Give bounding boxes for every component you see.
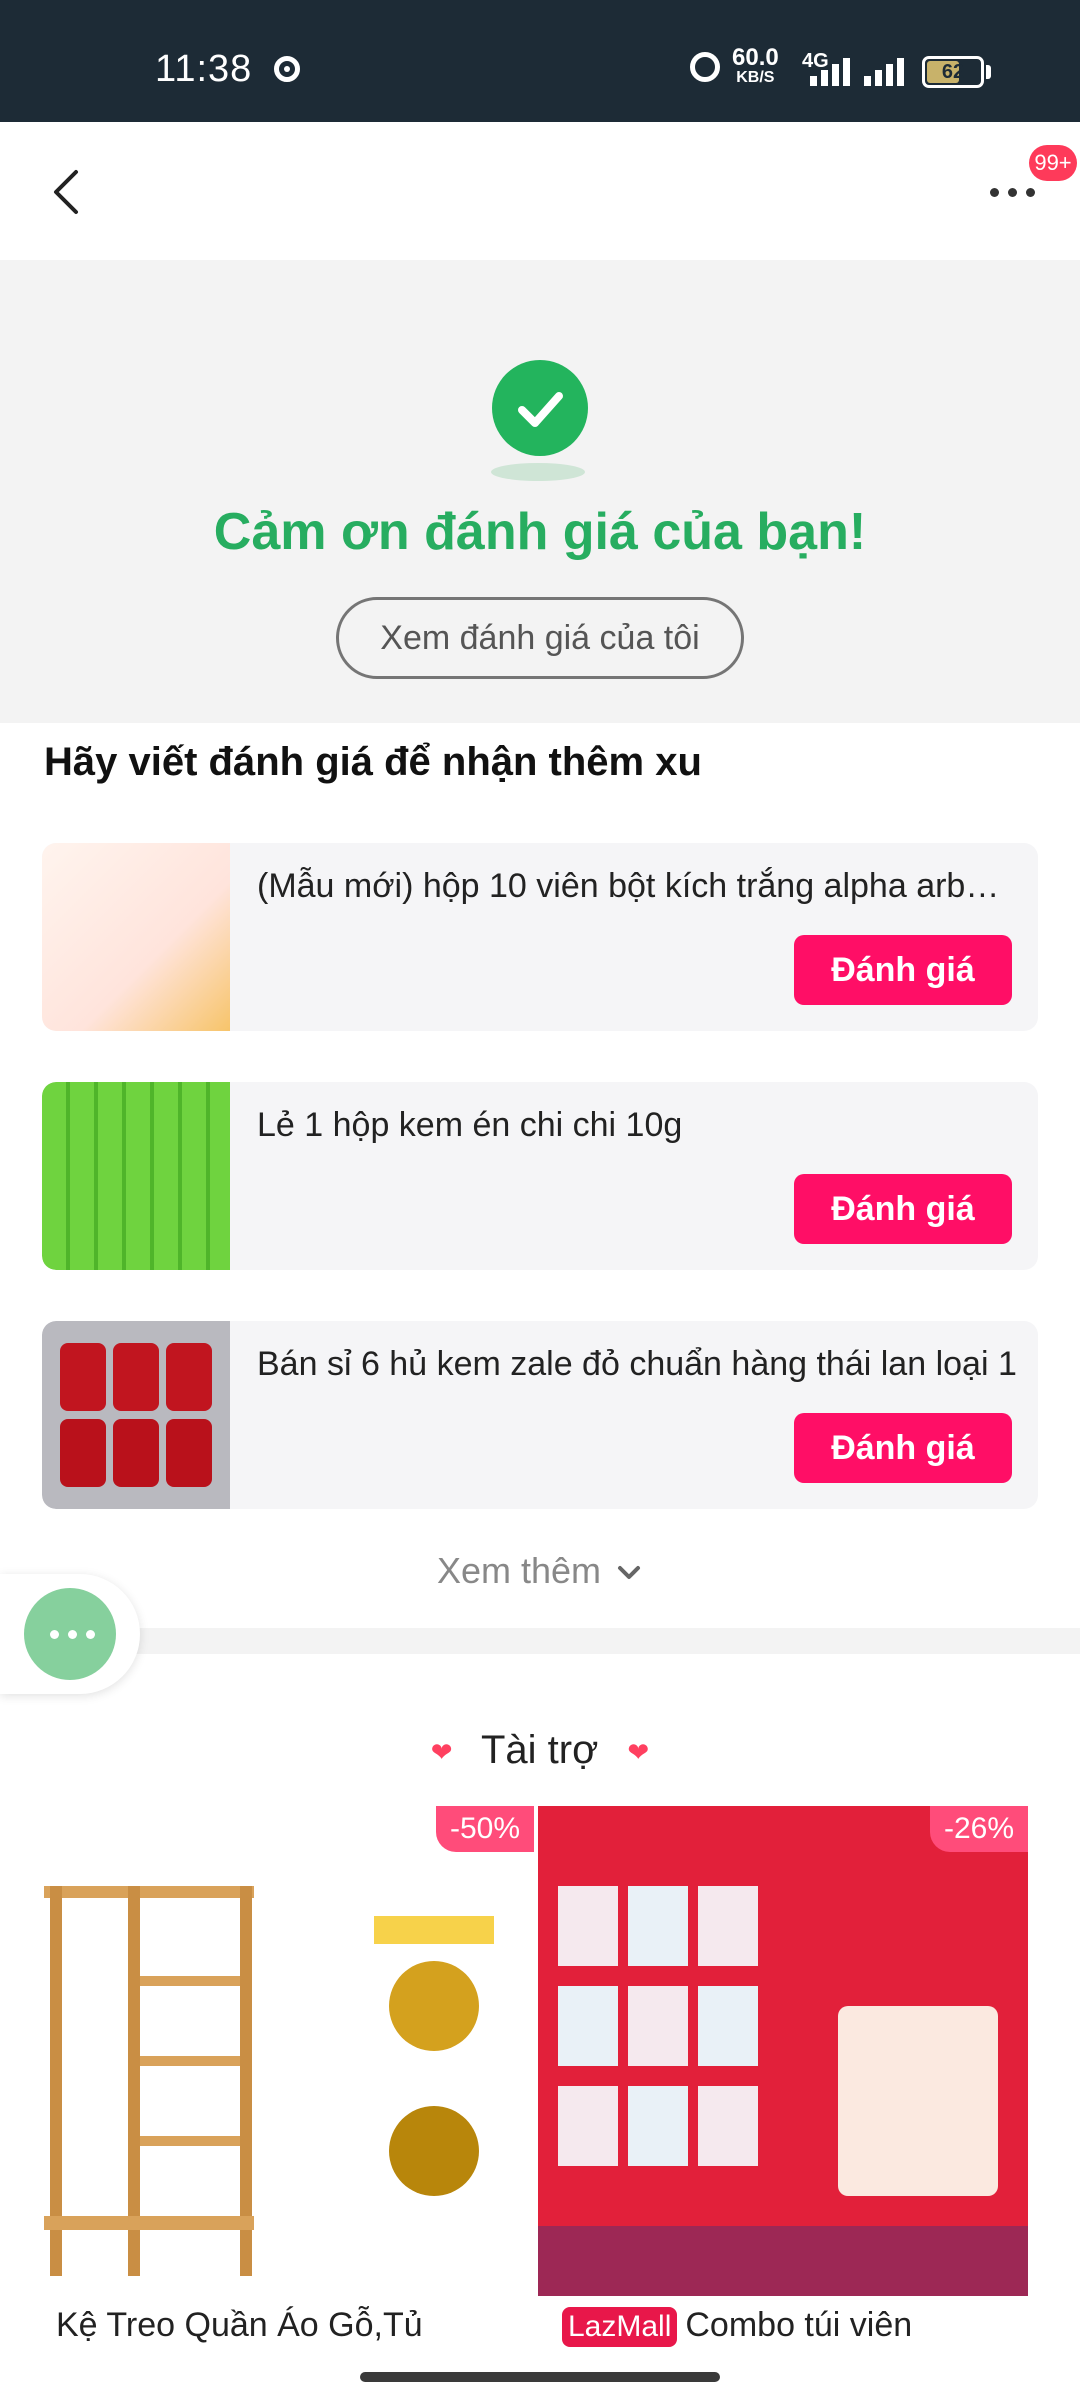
product-name: Lẻ 1 hộp kem én chi chi 10g	[257, 1106, 683, 1144]
chrome-icon	[274, 56, 300, 82]
status-bar: 11:38 60.0 KB/S 4G 62	[0, 0, 1080, 122]
more-dots-icon	[990, 188, 1035, 197]
product-thumbnail	[42, 1321, 230, 1509]
alarm-icon	[690, 52, 720, 82]
heart-icon: ❤	[627, 1736, 650, 1767]
home-indicator[interactable]	[360, 2372, 720, 2382]
section-divider	[0, 1628, 1080, 1654]
signal-2-icon	[864, 56, 904, 86]
see-more-label: Xem thêm	[436, 1550, 602, 1591]
back-button[interactable]	[40, 162, 100, 222]
chevron-down-icon	[618, 1566, 641, 1580]
network-speed: 60.0 KB/S	[732, 46, 779, 88]
success-check-icon	[492, 360, 588, 456]
check-shadow	[491, 463, 585, 481]
product-name: Bán sỉ 6 hủ kem zale đỏ chuẩn hàng thái …	[257, 1345, 1017, 1383]
chevron-left-icon	[54, 170, 78, 214]
product-name: (Mẫu mới) hộp 10 viên bột kích trắng alp…	[257, 867, 1017, 905]
pending-review-item[interactable]: Lẻ 1 hộp kem én chi chi 10g Đánh giá	[42, 1082, 1038, 1270]
rate-button[interactable]: Đánh giá	[794, 1174, 1012, 1244]
pending-reviews-title: Hãy viết đánh giá để nhận thêm xu	[44, 740, 702, 784]
thanks-title: Cảm ơn đánh giá của bạn!	[213, 503, 867, 561]
battery-icon: 62	[922, 56, 984, 88]
notification-badge: 99+	[1029, 145, 1077, 181]
rate-button[interactable]: Đánh giá	[794, 935, 1012, 1005]
network-speed-unit: KB/S	[736, 69, 775, 86]
status-time: 11:38	[155, 48, 253, 90]
sponsored-title: Tài trợ	[480, 1728, 599, 1772]
heart-icon: ❤	[430, 1736, 453, 1767]
see-more-button[interactable]: Xem thêm	[0, 1550, 1080, 1592]
product-thumbnail	[42, 843, 230, 1031]
sponsored-product-image[interactable]: -50%	[44, 1806, 534, 2296]
review-success-panel: Cảm ơn đánh giá của bạn! Xem đánh giá củ…	[0, 260, 1080, 723]
sponsored-product-name[interactable]: Kệ Treo Quần Áo Gỗ,Tủ	[56, 2306, 536, 2345]
pending-review-item[interactable]: Bán sỉ 6 hủ kem zale đỏ chuẩn hàng thái …	[42, 1321, 1038, 1509]
rate-button[interactable]: Đánh giá	[794, 1413, 1012, 1483]
sponsored-header: ❤ Tài trợ ❤	[0, 1728, 1080, 1773]
floating-chat-button[interactable]	[0, 1574, 140, 1694]
network-speed-value: 60.0	[732, 44, 779, 71]
battery-tip	[986, 65, 991, 79]
sponsored-product-image[interactable]: -26%	[538, 1806, 1028, 2296]
top-nav	[0, 122, 1080, 260]
view-my-review-button[interactable]: Xem đánh giá của tôi	[336, 597, 744, 679]
product-thumbnail	[42, 1082, 230, 1270]
chat-bubble-icon	[24, 1588, 116, 1680]
sponsored-product-name: Combo túi viên	[685, 2306, 913, 2344]
battery-level: 62	[941, 61, 965, 83]
discount-badge: -50%	[435, 1806, 534, 1852]
sponsored-product-name-wrap[interactable]: LazMall Combo túi viên	[562, 2306, 1042, 2348]
lazmall-tag: LazMall	[562, 2307, 678, 2348]
pending-review-item[interactable]: (Mẫu mới) hộp 10 viên bột kích trắng alp…	[42, 843, 1038, 1031]
signal-icon	[810, 56, 850, 86]
discount-badge: -26%	[929, 1806, 1028, 1852]
